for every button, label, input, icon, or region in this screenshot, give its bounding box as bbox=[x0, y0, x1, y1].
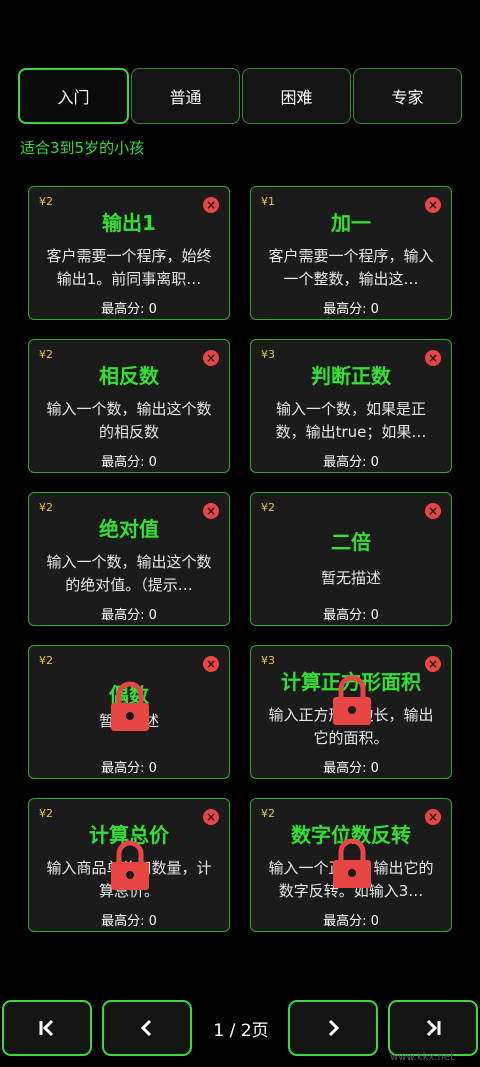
high-score: 最高分: 0 bbox=[323, 302, 379, 317]
high-score: 最高分: 0 bbox=[101, 608, 157, 623]
level-card-locked[interactable]: ¥2 × 数字位数反转 输入一个正数，输出它的数字反转。如输入3… 最高分: 0 bbox=[250, 798, 452, 932]
level-description: 输入一个数，输出这个数的绝对值。（提示… bbox=[46, 553, 212, 594]
level-title: 二倍 bbox=[331, 530, 371, 554]
high-score: 最高分: 0 bbox=[323, 914, 379, 929]
difficulty-tabs: 入门 普通 困难 专家 bbox=[18, 68, 462, 124]
level-title: 相反数 bbox=[99, 364, 159, 388]
level-description: 输入一个数，如果是正数，输出true；如果… bbox=[275, 400, 427, 441]
last-page-button[interactable] bbox=[388, 1000, 478, 1056]
level-card[interactable]: ¥2 × 输出1 客户需要一个程序，始终输出1。前同事离职… 最高分: 0 bbox=[28, 186, 230, 320]
level-card[interactable]: ¥2 × 相反数 输入一个数，输出这个数的相反数 最高分: 0 bbox=[28, 339, 230, 473]
high-score: 最高分: 0 bbox=[101, 302, 157, 317]
last-page-icon bbox=[426, 1019, 441, 1037]
high-score: 最高分: 0 bbox=[323, 608, 379, 623]
level-card-locked[interactable]: ¥2 × 偶数 暂无描述 最高分: 0 bbox=[28, 645, 230, 779]
level-card[interactable]: ¥2 × 绝对值 输入一个数，输出这个数的绝对值。（提示… 最高分: 0 bbox=[28, 492, 230, 626]
level-subtitle: 适合3到5岁的小孩 bbox=[20, 139, 145, 157]
next-page-button[interactable] bbox=[288, 1000, 378, 1056]
level-card-locked[interactable]: ¥2 × 计算总价 输入商品单价和数量，计算总价。 最高分: 0 bbox=[28, 798, 230, 932]
tab-beginner[interactable]: 入门 bbox=[18, 68, 129, 124]
page-indicator: 1 / 2页 bbox=[213, 1021, 269, 1041]
first-page-button[interactable] bbox=[2, 1000, 92, 1056]
cost-badge: ¥2 bbox=[261, 501, 275, 514]
prev-page-button[interactable] bbox=[102, 1000, 192, 1056]
tab-normal[interactable]: 普通 bbox=[131, 68, 240, 124]
lock-icon bbox=[107, 839, 153, 891]
watermark: www.kkx.net bbox=[390, 1052, 454, 1063]
lock-icon bbox=[107, 680, 153, 732]
level-title: 输出1 bbox=[102, 211, 156, 235]
cost-badge: ¥2 bbox=[39, 654, 53, 667]
level-description: 客户需要一个程序，输入一个整数，输出这… bbox=[268, 247, 434, 288]
chevron-right-icon bbox=[328, 1019, 340, 1037]
first-page-icon bbox=[39, 1019, 54, 1037]
tab-expert[interactable]: 专家 bbox=[353, 68, 462, 124]
pagination: 1 / 2页 bbox=[0, 1000, 480, 1056]
tab-hard[interactable]: 困难 bbox=[242, 68, 351, 124]
level-card[interactable]: ¥1 × 加一 客户需要一个程序，输入一个整数，输出这… 最高分: 0 bbox=[250, 186, 452, 320]
close-icon[interactable]: × bbox=[203, 656, 219, 672]
high-score: 最高分: 0 bbox=[323, 455, 379, 470]
level-title: 判断正数 bbox=[311, 364, 391, 388]
chevron-left-icon bbox=[140, 1019, 152, 1037]
close-icon[interactable]: × bbox=[425, 503, 441, 519]
high-score: 最高分: 0 bbox=[323, 761, 379, 776]
level-title: 绝对值 bbox=[99, 517, 159, 541]
lock-icon bbox=[329, 674, 375, 726]
level-title: 加一 bbox=[331, 211, 371, 235]
high-score: 最高分: 0 bbox=[101, 761, 157, 776]
level-card[interactable]: ¥2 × 二倍 暂无描述 最高分: 0 bbox=[250, 492, 452, 626]
level-description: 暂无描述 bbox=[320, 569, 381, 587]
level-card-locked[interactable]: ¥3 × 计算正方形面积 输入正方形的边长，输出它的面积。 最高分: 0 bbox=[250, 645, 452, 779]
level-card[interactable]: ¥3 × 判断正数 输入一个数，如果是正数，输出true；如果… 最高分: 0 bbox=[250, 339, 452, 473]
level-description: 客户需要一个程序，始终输出1。前同事离职… bbox=[46, 247, 212, 288]
high-score: 最高分: 0 bbox=[101, 914, 157, 929]
level-description: 输入一个数，输出这个数的相反数 bbox=[46, 400, 212, 441]
lock-icon bbox=[329, 837, 375, 889]
high-score: 最高分: 0 bbox=[101, 455, 157, 470]
